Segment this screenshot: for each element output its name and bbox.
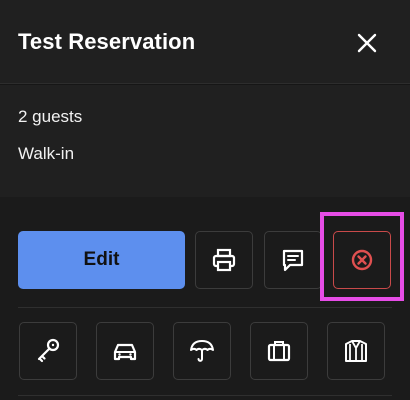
reservation-source: Walk-in <box>18 144 75 163</box>
key-button[interactable] <box>19 322 77 380</box>
reservation-title: Test Reservation <box>18 29 196 54</box>
guest-count: 2 guests <box>18 107 83 126</box>
key-icon <box>37 338 60 363</box>
actions-divider <box>18 307 392 308</box>
close-button[interactable] <box>350 26 384 60</box>
umbrella-button[interactable] <box>173 322 231 380</box>
edit-button[interactable]: Edit <box>18 231 185 289</box>
bottom-divider <box>18 395 392 396</box>
umbrella-icon <box>190 340 214 362</box>
cancel-reservation-button[interactable] <box>333 231 391 289</box>
cancel-circle-icon <box>351 249 373 271</box>
luggage-button[interactable] <box>250 322 308 380</box>
car-button[interactable] <box>96 322 154 380</box>
reservation-details: 2 guests Walk-in <box>0 85 410 197</box>
actions-panel: Edit <box>0 197 410 400</box>
close-icon <box>357 33 377 53</box>
message-icon <box>282 249 304 272</box>
modal-header: Test Reservation <box>0 0 410 84</box>
coat-check-button[interactable] <box>327 322 385 380</box>
car-icon <box>113 343 137 361</box>
print-button[interactable] <box>195 231 253 289</box>
luggage-icon <box>267 341 291 362</box>
message-button[interactable] <box>264 231 322 289</box>
printer-icon <box>212 248 236 272</box>
coat-icon <box>345 340 367 362</box>
